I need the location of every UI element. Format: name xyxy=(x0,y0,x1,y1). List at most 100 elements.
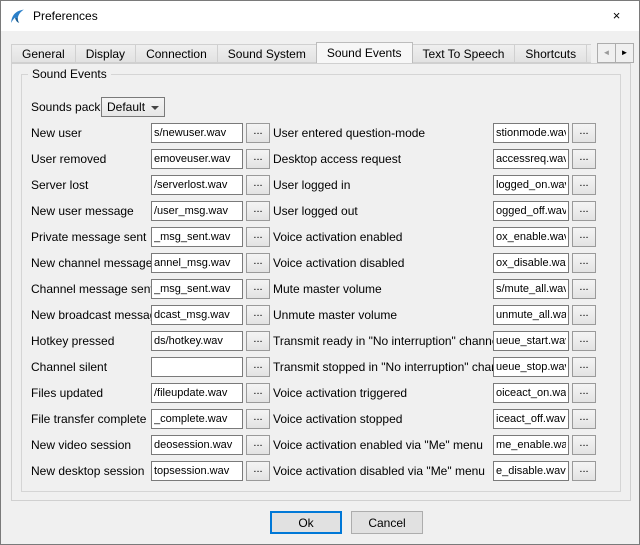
row-channel-silent: Channel silent ... xyxy=(31,357,270,377)
row-file-transfer-complete: File transfer complete ... xyxy=(31,409,270,429)
hotkey-pressed-label: Hotkey pressed xyxy=(31,334,151,348)
sounds-pack-value: Default xyxy=(107,100,145,114)
server-lost-sound-input[interactable] xyxy=(151,175,243,195)
new-user-sound-input[interactable] xyxy=(151,123,243,143)
user-logged-out-browse-button[interactable]: ... xyxy=(572,201,596,221)
new-video-session-sound-input[interactable] xyxy=(151,435,243,455)
tab-scroll-right-icon[interactable]: ► xyxy=(615,43,634,63)
files-updated-sound-input[interactable] xyxy=(151,383,243,403)
cancel-button[interactable]: Cancel xyxy=(351,511,423,534)
voice-activation-enabled-me-menu-label: Voice activation enabled via "Me" menu xyxy=(273,438,493,452)
row-user-removed: User removed ... xyxy=(31,149,270,169)
ok-button[interactable]: Ok xyxy=(270,511,342,534)
new-desktop-session-label: New desktop session xyxy=(31,464,151,478)
mute-master-volume-label: Mute master volume xyxy=(273,282,493,296)
voice-activation-triggered-label: Voice activation triggered xyxy=(273,386,493,400)
new-channel-message-browse-button[interactable]: ... xyxy=(246,253,270,273)
transmit-ready-no-interruption-browse-button[interactable]: ... xyxy=(572,331,596,351)
new-video-session-label: New video session xyxy=(31,438,151,452)
tab-sound-system[interactable]: Sound System xyxy=(217,44,317,63)
user-removed-sound-input[interactable] xyxy=(151,149,243,169)
tab-shortcuts[interactable]: Shortcuts xyxy=(514,44,587,63)
channel-message-sent-browse-button[interactable]: ... xyxy=(246,279,270,299)
tab-video[interactable]: Video xyxy=(586,44,591,63)
voice-activation-disabled-browse-button[interactable]: ... xyxy=(572,253,596,273)
new-desktop-session-browse-button[interactable]: ... xyxy=(246,461,270,481)
channel-silent-label: Channel silent xyxy=(31,360,151,374)
channel-silent-browse-button[interactable]: ... xyxy=(246,357,270,377)
close-icon[interactable]: × xyxy=(594,1,639,30)
tab-scroll-left-icon[interactable]: ◄ xyxy=(597,43,616,63)
new-channel-message-sound-input[interactable] xyxy=(151,253,243,273)
new-user-label: New user xyxy=(31,126,151,140)
server-lost-browse-button[interactable]: ... xyxy=(246,175,270,195)
tab-text-to-speech[interactable]: Text To Speech xyxy=(412,44,516,63)
row-desktop-access-request: Desktop access request ... xyxy=(273,149,596,169)
row-channel-message-sent: Channel message sent ... xyxy=(31,279,270,299)
new-broadcast-message-sound-input[interactable] xyxy=(151,305,243,325)
unmute-master-volume-label: Unmute master volume xyxy=(273,308,493,322)
tab-bar: General Display Connection Sound System … xyxy=(11,42,591,63)
file-transfer-complete-sound-input[interactable] xyxy=(151,409,243,429)
dropdown-arrow-icon xyxy=(151,106,159,110)
voice-activation-stopped-browse-button[interactable]: ... xyxy=(572,409,596,429)
user-logged-out-sound-input[interactable] xyxy=(493,201,569,221)
tab-display[interactable]: Display xyxy=(75,44,136,63)
sound-events-right-column: User entered question-mode ... Desktop a… xyxy=(273,123,596,487)
voice-activation-enabled-browse-button[interactable]: ... xyxy=(572,227,596,247)
user-entered-question-mode-browse-button[interactable]: ... xyxy=(572,123,596,143)
file-transfer-complete-browse-button[interactable]: ... xyxy=(246,409,270,429)
new-user-browse-button[interactable]: ... xyxy=(246,123,270,143)
transmit-ready-no-interruption-sound-input[interactable] xyxy=(493,331,569,351)
transmit-stopped-no-interruption-browse-button[interactable]: ... xyxy=(572,357,596,377)
voice-activation-triggered-sound-input[interactable] xyxy=(493,383,569,403)
voice-activation-disabled-me-menu-sound-input[interactable] xyxy=(493,461,569,481)
transmit-stopped-no-interruption-sound-input[interactable] xyxy=(493,357,569,377)
sounds-pack-select[interactable]: Default xyxy=(101,97,165,117)
new-user-message-browse-button[interactable]: ... xyxy=(246,201,270,221)
new-desktop-session-sound-input[interactable] xyxy=(151,461,243,481)
voice-activation-disabled-sound-input[interactable] xyxy=(493,253,569,273)
unmute-master-volume-browse-button[interactable]: ... xyxy=(572,305,596,325)
hotkey-pressed-browse-button[interactable]: ... xyxy=(246,331,270,351)
row-voice-activation-disabled: Voice activation disabled ... xyxy=(273,253,596,273)
new-broadcast-message-label: New broadcast message xyxy=(31,308,151,322)
user-logged-in-browse-button[interactable]: ... xyxy=(572,175,596,195)
desktop-access-request-browse-button[interactable]: ... xyxy=(572,149,596,169)
desktop-access-request-sound-input[interactable] xyxy=(493,149,569,169)
user-logged-in-sound-input[interactable] xyxy=(493,175,569,195)
channel-message-sent-sound-input[interactable] xyxy=(151,279,243,299)
window-title: Preferences xyxy=(33,9,98,23)
tab-sound-events[interactable]: Sound Events xyxy=(316,42,413,63)
voice-activation-triggered-browse-button[interactable]: ... xyxy=(572,383,596,403)
mute-master-volume-sound-input[interactable] xyxy=(493,279,569,299)
voice-activation-enabled-sound-input[interactable] xyxy=(493,227,569,247)
new-user-message-sound-input[interactable] xyxy=(151,201,243,221)
files-updated-browse-button[interactable]: ... xyxy=(246,383,270,403)
tab-connection[interactable]: Connection xyxy=(135,44,218,63)
channel-silent-sound-input[interactable] xyxy=(151,357,243,377)
transmit-stopped-no-interruption-label: Transmit stopped in "No interruption" ch… xyxy=(273,360,493,374)
voice-activation-enabled-me-menu-sound-input[interactable] xyxy=(493,435,569,455)
user-entered-question-mode-sound-input[interactable] xyxy=(493,123,569,143)
tab-general[interactable]: General xyxy=(11,44,76,63)
new-video-session-browse-button[interactable]: ... xyxy=(246,435,270,455)
row-new-user-message: New user message ... xyxy=(31,201,270,221)
row-voice-activation-stopped: Voice activation stopped ... xyxy=(273,409,596,429)
user-removed-browse-button[interactable]: ... xyxy=(246,149,270,169)
mute-master-volume-browse-button[interactable]: ... xyxy=(572,279,596,299)
private-message-sent-browse-button[interactable]: ... xyxy=(246,227,270,247)
voice-activation-stopped-sound-input[interactable] xyxy=(493,409,569,429)
voice-activation-disabled-me-menu-browse-button[interactable]: ... xyxy=(572,461,596,481)
voice-activation-enabled-me-menu-browse-button[interactable]: ... xyxy=(572,435,596,455)
private-message-sent-label: Private message sent xyxy=(31,230,151,244)
hotkey-pressed-sound-input[interactable] xyxy=(151,331,243,351)
row-voice-activation-disabled-me-menu: Voice activation disabled via "Me" menu … xyxy=(273,461,596,481)
new-broadcast-message-browse-button[interactable]: ... xyxy=(246,305,270,325)
row-new-broadcast-message: New broadcast message ... xyxy=(31,305,270,325)
row-new-video-session: New video session ... xyxy=(31,435,270,455)
transmit-ready-no-interruption-label: Transmit ready in "No interruption" chan… xyxy=(273,334,493,348)
row-new-desktop-session: New desktop session ... xyxy=(31,461,270,481)
unmute-master-volume-sound-input[interactable] xyxy=(493,305,569,325)
private-message-sent-sound-input[interactable] xyxy=(151,227,243,247)
